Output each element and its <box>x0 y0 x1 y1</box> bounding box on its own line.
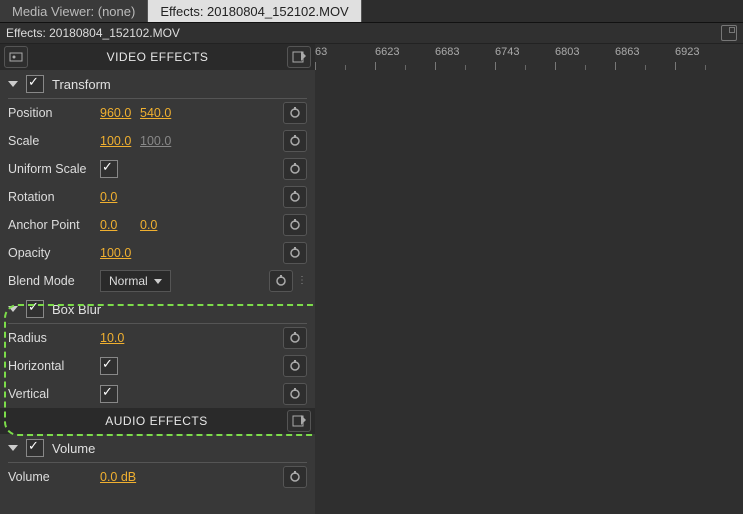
rotation-row: Rotation 0.0 <box>0 183 315 211</box>
blend-mode-keyframe-button[interactable] <box>269 270 293 292</box>
uniform-scale-row: Uniform Scale <box>0 155 315 183</box>
timeline-panel: 63 6623 6683 6743 6803 6863 6923 <box>315 44 743 514</box>
position-x-value[interactable]: 960.0 <box>100 106 134 120</box>
rotation-keyframe-button[interactable] <box>283 186 307 208</box>
timeline-ruler[interactable]: 63 6623 6683 6743 6803 6863 6923 <box>315 44 743 76</box>
panel-sub-header: Effects: 20180804_152102.MOV <box>0 23 743 44</box>
ruler-tick: 6923 <box>675 46 735 76</box>
audio-effects-title: AUDIO EFFECTS <box>26 414 287 428</box>
chevron-down-icon[interactable] <box>8 81 18 87</box>
radius-keyframe-button[interactable] <box>283 327 307 349</box>
uniform-scale-keyframe-button[interactable] <box>283 158 307 180</box>
horizontal-keyframe-button[interactable] <box>283 355 307 377</box>
add-video-effect-button[interactable] <box>287 46 311 68</box>
scale-row: Scale 100.0 100.0 <box>0 127 315 155</box>
opacity-label: Opacity <box>8 246 100 260</box>
dropdown-arrow-icon <box>154 279 162 284</box>
transform-label: Transform <box>52 77 111 92</box>
blend-mode-row: Blend Mode Normal ⋮ <box>0 267 315 295</box>
volume-prop-label: Volume <box>8 470 100 484</box>
audio-effects-header: AUDIO EFFECTS <box>0 408 315 434</box>
anchor-label: Anchor Point <box>8 218 100 232</box>
video-effects-title: VIDEO EFFECTS <box>28 50 287 64</box>
horizontal-row: Horizontal <box>0 352 315 380</box>
video-effects-header: VIDEO EFFECTS <box>0 44 315 70</box>
ruler-tick: 6743 <box>495 46 555 76</box>
effects-inspector-panel: VIDEO EFFECTS Transform Position 960.0 5… <box>0 44 315 514</box>
maximize-icon[interactable] <box>721 25 737 41</box>
ruler-tick: 6683 <box>435 46 495 76</box>
ruler-tick: 6803 <box>555 46 615 76</box>
horizontal-checkbox[interactable] <box>100 357 118 375</box>
anchor-row: Anchor Point 0.0 0.0 <box>0 211 315 239</box>
radius-label: Radius <box>8 331 100 345</box>
tab-bar: Media Viewer: (none) Effects: 20180804_1… <box>0 0 743 23</box>
scale-y-value: 100.0 <box>140 134 174 148</box>
opacity-keyframe-button[interactable] <box>283 242 307 264</box>
position-keyframe-button[interactable] <box>283 102 307 124</box>
volume-enable-checkbox[interactable] <box>26 439 44 457</box>
vertical-checkbox[interactable] <box>100 385 118 403</box>
volume-group-header[interactable]: Volume <box>0 434 315 462</box>
vertical-keyframe-button[interactable] <box>283 383 307 405</box>
more-options-icon[interactable]: ⋮ <box>297 279 307 283</box>
uniform-scale-checkbox[interactable] <box>100 160 118 178</box>
transform-enable-checkbox[interactable] <box>26 75 44 93</box>
tab-media-viewer[interactable]: Media Viewer: (none) <box>0 0 148 22</box>
box-blur-enable-checkbox[interactable] <box>26 300 44 318</box>
horizontal-label: Horizontal <box>8 359 100 373</box>
box-blur-label: Box Blur <box>52 302 101 317</box>
uniform-scale-label: Uniform Scale <box>8 162 100 176</box>
opacity-row: Opacity 100.0 <box>0 239 315 267</box>
add-audio-effect-button[interactable] <box>287 410 311 432</box>
anchor-y-value[interactable]: 0.0 <box>140 218 174 232</box>
transform-group-header[interactable]: Transform <box>0 70 315 98</box>
blend-mode-value: Normal <box>109 274 148 288</box>
sub-header-title: Effects: 20180804_152102.MOV <box>6 26 180 40</box>
rotation-label: Rotation <box>8 190 100 204</box>
position-y-value[interactable]: 540.0 <box>140 106 174 120</box>
anchor-keyframe-button[interactable] <box>283 214 307 236</box>
tab-effects[interactable]: Effects: 20180804_152102.MOV <box>148 0 361 22</box>
toggle-keyframes-icon[interactable] <box>4 46 28 68</box>
scale-label: Scale <box>8 134 100 148</box>
opacity-value[interactable]: 100.0 <box>100 246 134 260</box>
ruler-tick: 63 <box>315 46 375 76</box>
position-row: Position 960.0 540.0 <box>0 99 315 127</box>
volume-value[interactable]: 0.0 dB <box>100 470 136 484</box>
box-blur-group-header[interactable]: Box Blur <box>0 295 315 323</box>
vertical-row: Vertical <box>0 380 315 408</box>
vertical-label: Vertical <box>8 387 100 401</box>
blend-mode-dropdown[interactable]: Normal <box>100 270 171 292</box>
anchor-x-value[interactable]: 0.0 <box>100 218 134 232</box>
chevron-down-icon[interactable] <box>8 445 18 451</box>
rotation-value[interactable]: 0.0 <box>100 190 134 204</box>
scale-x-value[interactable]: 100.0 <box>100 134 134 148</box>
volume-keyframe-button[interactable] <box>283 466 307 488</box>
scale-keyframe-button[interactable] <box>283 130 307 152</box>
ruler-tick: 6863 <box>615 46 675 76</box>
blend-mode-label: Blend Mode <box>8 274 100 288</box>
position-label: Position <box>8 106 100 120</box>
ruler-tick: 6623 <box>375 46 435 76</box>
volume-row: Volume 0.0 dB <box>0 463 315 491</box>
radius-row: Radius 10.0 <box>0 324 315 352</box>
chevron-down-icon[interactable] <box>8 306 18 312</box>
radius-value[interactable]: 10.0 <box>100 331 134 345</box>
volume-label: Volume <box>52 441 95 456</box>
